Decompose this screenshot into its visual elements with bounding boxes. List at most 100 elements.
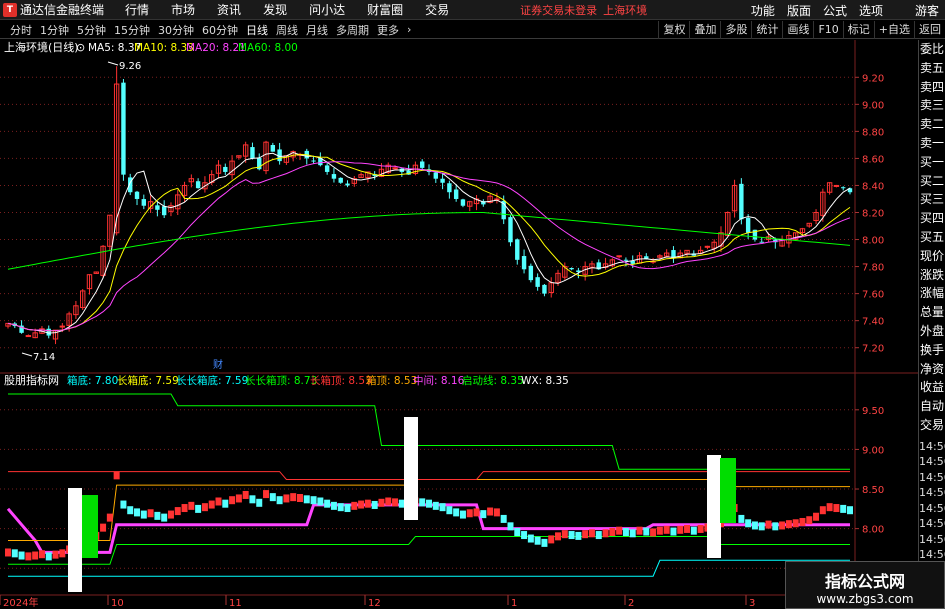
finance-marker[interactable]: 财 [213,358,223,371]
ind-bar-down [738,514,745,523]
period-monthly[interactable]: 月线 [302,22,332,38]
low-price-label: 7.14 [33,352,55,363]
side-item-19[interactable]: 自动 [919,397,945,416]
statistics-button[interactable]: 统计 [751,21,782,39]
ind-bar-up [351,501,358,510]
side-item-15[interactable]: 外盘 [919,322,945,341]
side-item-1[interactable]: 卖五 [919,59,945,78]
menu-news[interactable]: 资讯 [206,1,252,18]
ind-bar-up [833,504,840,513]
ind-bar-down [568,531,575,540]
mark-button[interactable]: 标记 [842,21,874,39]
ind-bar-down [256,498,263,507]
ind-bar-down [161,513,168,522]
main-ytick-label: 8.20 [862,209,884,220]
side-item-11[interactable]: 现价 [919,247,945,266]
xtick-label: 2024年 [3,596,38,609]
menu-trade[interactable]: 交易 [414,1,460,18]
side-item-9[interactable]: 买四 [919,209,945,228]
multi-stock-button[interactable]: 多股 [720,21,751,39]
ind-bar-down [439,503,446,512]
candle-down [630,260,635,264]
period-daily[interactable]: 日线 [242,22,272,38]
side-item-8[interactable]: 买三 [919,190,945,209]
side-item-3[interactable]: 卖三 [919,96,945,115]
period-intraday[interactable]: 分时 [6,22,36,38]
ind-bar-down [310,496,317,505]
menu-formula[interactable]: 公式 [817,2,853,19]
period-multi[interactable]: 多周期 [332,22,373,38]
candle-down [195,181,201,189]
main-ytick-label: 7.80 [862,263,884,274]
side-item-2[interactable]: 卖四 [919,78,945,97]
side-item-10[interactable]: 买五 [919,228,945,247]
chart-area[interactable]: 9.20 9.00 8.80 8.60 8.40 8.20 8.00 7.80 7.60 7.40… [0,40,918,609]
quote-side-panel: 委比 卖五 卖四 卖三 卖二 卖一 买一 买二 买三 买四 买五 现价 涨跌 涨幅 总量 外盘 换手 净资 收益 自动… [918,40,945,609]
collapse-icon[interactable]: ⊙ [76,41,85,54]
side-item-20[interactable]: 交易 [919,416,945,435]
period-30min[interactable]: 30分钟 [154,22,198,38]
side-item-12[interactable]: 涨跌 [919,266,945,285]
kline-chart[interactable]: 9.20 9.00 8.80 8.60 8.40 8.20 8.00 7.80 7.60 7.40… [0,40,918,609]
menu-function[interactable]: 功能 [745,2,781,19]
period-5min[interactable]: 5分钟 [73,22,110,38]
menu-discover[interactable]: 发现 [252,1,298,18]
side-item-6[interactable]: 买一 [919,153,945,172]
ind-bar-up [208,500,215,509]
period-15min[interactable]: 15分钟 [110,22,154,38]
side-item-13[interactable]: 涨幅 [919,284,945,303]
candle-down [161,206,167,216]
f10-button[interactable]: F10 [813,21,842,39]
ind-bar-up [188,501,195,510]
ind-bar-up [106,513,113,522]
ind-bar-down [249,495,256,504]
chevron-right-icon[interactable]: › [403,23,415,36]
side-item-4[interactable]: 卖二 [919,115,945,134]
ind-bar-down [432,501,439,510]
ind-bar-down [154,511,161,520]
menu-market[interactable]: 市场 [160,1,206,18]
menu-options[interactable]: 选项 [853,2,889,19]
add-watchlist-button[interactable]: +自选 [873,21,914,39]
side-item-5[interactable]: 卖一 [919,134,945,153]
side-item-0[interactable]: 委比 [919,40,945,59]
side-item-14[interactable]: 总量 [919,303,945,322]
period-weekly[interactable]: 周线 [272,22,302,38]
signal-zone [720,458,736,523]
draw-line-button[interactable]: 画线 [782,21,813,39]
period-more[interactable]: 更多 [373,22,403,38]
period-60min[interactable]: 60分钟 [198,22,242,38]
side-item-16[interactable]: 换手 [919,341,945,360]
guest-user[interactable]: 游客 [909,2,945,19]
ind-bar-down [670,527,677,536]
ind-bar-up [697,524,704,533]
period-1min[interactable]: 1分钟 [36,22,73,38]
menu-layout[interactable]: 版面 [781,2,817,19]
candle-down [745,217,751,233]
ind-bar-down [541,538,548,547]
menu-wealth-circle[interactable]: 财富圈 [356,1,414,18]
ind-ytick-label: 9.50 [862,406,884,417]
side-item-18[interactable]: 收益 [919,378,945,397]
adjust-button[interactable]: 复权 [658,21,689,39]
menu-ask-xiaoda[interactable]: 问小达 [298,1,356,18]
ind-bar-up [813,512,820,521]
ind-bar-up [636,526,643,535]
xtick-label: 1 [511,598,517,609]
ind-bar-up [677,525,684,534]
back-button[interactable]: 返回 [914,21,945,39]
toolbar-right: 复权 叠加 多股 统计 画线 F10 标记 +自选 返回 [658,21,945,39]
menu-quotes[interactable]: 行情 [114,1,160,18]
overlay-button[interactable]: 叠加 [689,21,720,39]
right-menu: 功能 版面 公式 选项 游客 [745,0,945,20]
ind-bar-up [283,494,290,503]
ind-bar-up [25,552,32,561]
ind-bar-up [819,506,826,515]
side-item-7[interactable]: 买二 [919,172,945,191]
ind-bar-down [507,522,514,531]
login-status[interactable]: 证券交易未登录 [520,2,597,18]
ind-bar-up [242,490,249,499]
side-item-17[interactable]: 净资 [919,360,945,379]
ma5-line [7,151,851,334]
candle-up [392,167,398,170]
